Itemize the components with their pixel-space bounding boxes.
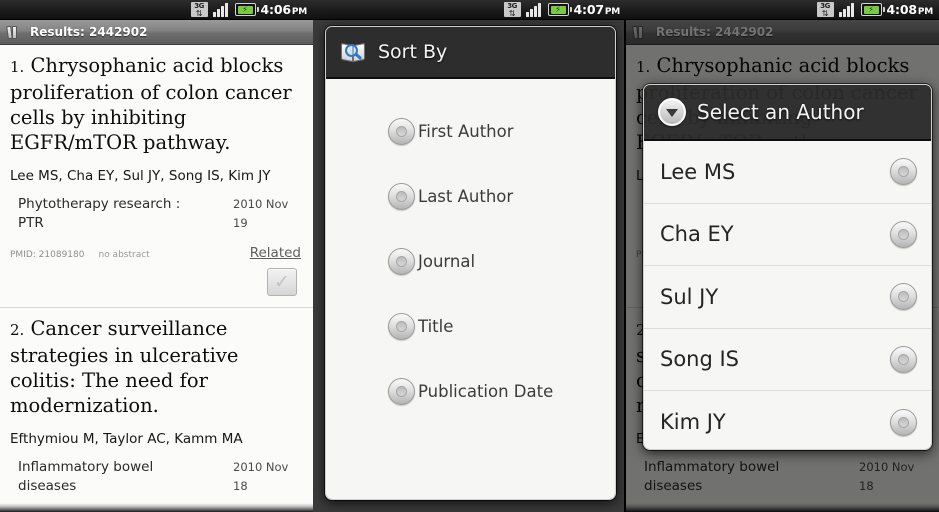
checkmark-icon: ✓ [274,270,290,293]
author-dialog-title: Select an Author [697,100,864,124]
related-link[interactable]: Related [250,245,301,261]
app-title-bar: Results: 2442902 [0,20,313,45]
sort-by-dialog: Sort By First Author Last Author Journal [325,26,616,500]
author-dialog-body[interactable]: Lee MS Cha EY Sul JY Song IS Kim JY [644,141,931,449]
three-phone-screenshots: ⚡ 4:06PM Results: 2442902 1. Chrysophani… [0,0,939,512]
sort-dialog-title: Sort By [378,41,448,63]
radio-button-icon[interactable] [388,378,415,405]
sort-option-first-author[interactable]: First Author [326,99,615,164]
battery-charging-icon: ⚡ [860,3,885,16]
radio-button-icon[interactable] [890,283,917,311]
author-option-kim-jy[interactable]: Kim JY [644,391,931,449]
clock-ampm: PM [291,7,307,17]
author-dialog-header: Select an Author [644,85,931,141]
record-number: 1. [10,58,25,76]
record-date: 2010 Nov 18 [233,460,289,493]
author-option-cha-ey[interactable]: Cha EY [644,204,931,266]
author-option-label: Song IS [660,347,740,372]
sort-dialog-body: First Author Last Author Journal Title P… [326,79,615,499]
panel-author-dialog: ⚡ 4:08PM Results: 2442902 1. Chrysophani… [626,0,939,512]
sort-option-label: Journal [418,252,476,271]
radio-button-icon[interactable] [388,118,415,145]
author-option-sul-jy[interactable]: Sul JY [644,266,931,329]
radio-button-icon[interactable] [388,313,415,340]
author-option-lee-ms[interactable]: Lee MS [644,141,931,204]
signal-bars-icon [838,2,856,17]
select-author-dialog: Select an Author Lee MS Cha EY Sul JY So… [643,84,932,450]
author-option-label: Kim JY [660,410,726,435]
author-option-label: Cha EY [660,222,734,247]
book-stack-icon [6,25,22,40]
bottom-shadow [0,503,313,512]
author-option-label: Sul JY [660,284,719,309]
record-title-line: 1. Chrysophanic acid blocks proliferatio… [10,53,301,155]
sort-option-label: Last Author [418,187,514,206]
author-option-label: Lee MS [660,159,736,184]
sort-option-label: First Author [418,122,514,141]
sort-option-journal[interactable]: Journal [326,229,615,294]
record-authors: Efthymiou M, Taylor AC, Kamm MA [10,431,243,447]
clock-ampm: PM [917,7,933,17]
3g-data-icon [503,2,521,18]
sort-option-publication-date[interactable]: Publication Date [326,359,615,424]
sort-option-title[interactable]: Title [326,294,615,359]
battery-charging-icon: ⚡ [234,3,259,16]
status-bar: ⚡ 4:08PM [626,0,939,20]
sort-option-label: Publication Date [418,382,554,401]
record-journal: Inflammatory bowel diseases [18,459,154,494]
page-title: Results: 2442902 [30,25,148,39]
status-bar: ⚡ 4:07PM [313,0,626,20]
radio-button-icon[interactable] [890,220,917,248]
panel-results-list: ⚡ 4:06PM Results: 2442902 1. Chrysophani… [0,0,313,512]
status-clock: 4:06PM [260,2,308,17]
book-magnifier-icon [340,40,367,65]
results-scroll-area[interactable]: 1. Chrysophanic acid blocks proliferatio… [0,45,313,512]
clock-time: 4:07 [573,2,604,17]
record-date: 2010 Nov 19 [233,197,289,230]
record-select-row: ✓ [10,261,301,305]
record-title-line: 2. Cancer surveillance strategies in ulc… [10,316,301,418]
record-meta-row: PMID: 21089180 no abstract Related [10,245,301,261]
clock-ampm: PM [604,7,620,17]
sort-option-label: Title [418,317,454,336]
record-journal-row: Phytotherapy research : PTR 2010 Nov 19 [10,195,301,233]
3g-data-icon [816,2,834,18]
circle-chevron-down-icon [658,98,686,126]
clock-time: 4:06 [260,2,291,17]
sort-option-last-author[interactable]: Last Author [326,164,615,229]
status-clock: 4:08PM [886,2,934,17]
record-checkbox[interactable]: ✓ [267,268,297,296]
sort-dialog-header: Sort By [326,27,615,79]
record-title: Cancer surveillance strategies in ulcera… [10,317,239,417]
signal-bars-icon [525,2,543,17]
record-journal-row: Inflammatory bowel diseases 2010 Nov 18 [10,458,301,496]
clock-time: 4:08 [886,2,917,17]
record-pmid: PMID: 21089180 [10,250,85,260]
radio-button-icon[interactable] [890,408,917,436]
panel-sort-dialog: ⚡ 4:07PM Sort By First Author Last Autho… [313,0,626,512]
record-title: Chrysophanic acid blocks proliferation o… [10,54,292,154]
status-clock: 4:07PM [573,2,621,17]
signal-bars-icon [212,2,230,17]
radio-button-icon[interactable] [388,183,415,210]
radio-button-icon[interactable] [388,248,415,275]
list-item[interactable]: 1. Chrysophanic acid blocks proliferatio… [0,45,313,305]
record-authors: Lee MS, Cha EY, Sul JY, Song IS, Kim JY [10,168,271,184]
radio-button-icon[interactable] [890,158,917,186]
author-option-song-is[interactable]: Song IS [644,329,931,391]
record-number: 2. [10,321,25,339]
radio-button-icon[interactable] [890,345,917,373]
record-abstract-state: no abstract [98,250,150,260]
status-bar: ⚡ 4:06PM [0,0,313,20]
battery-charging-icon: ⚡ [547,3,572,16]
record-journal: Phytotherapy research : PTR [18,196,181,231]
3g-data-icon [190,2,208,18]
list-item[interactable]: 2. Cancer surveillance strategies in ulc… [0,308,313,512]
